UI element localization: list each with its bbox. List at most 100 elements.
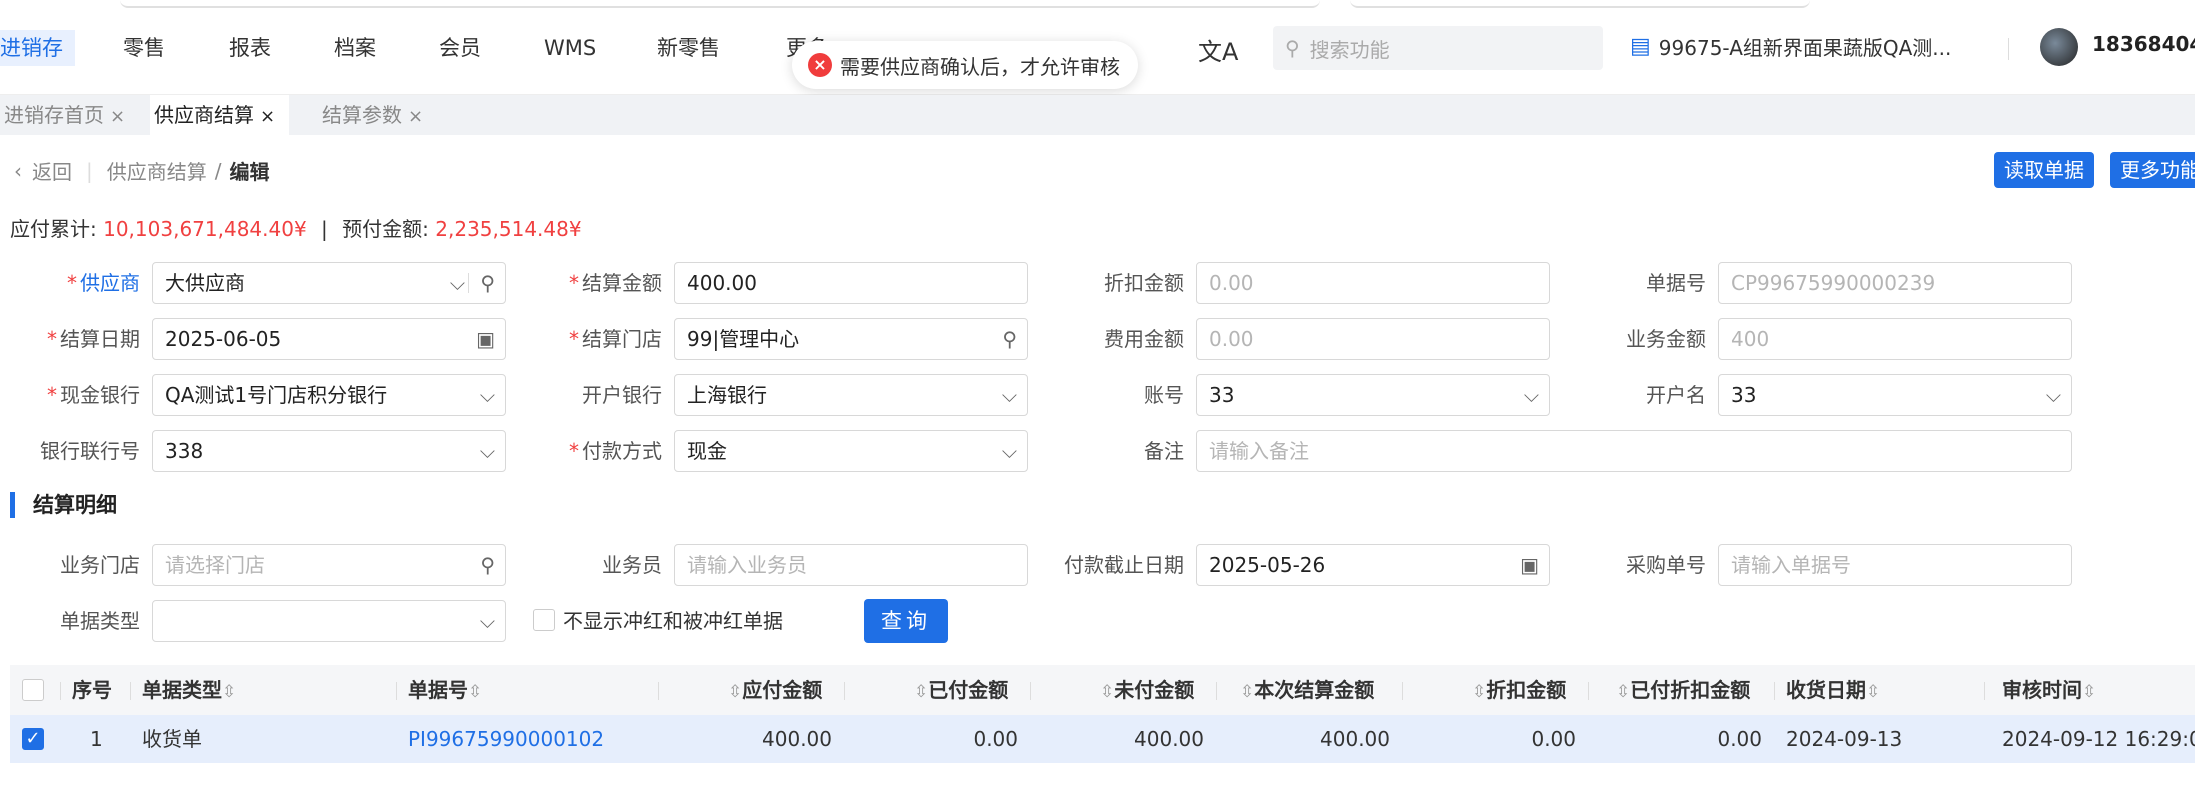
po-input[interactable]: 请输入单据号 bbox=[1718, 544, 2072, 586]
fee-input[interactable]: 0.00 bbox=[1196, 318, 1550, 360]
discount-input[interactable]: 0.00 bbox=[1196, 262, 1550, 304]
col-paid[interactable]: ⇳已付金额 bbox=[914, 665, 1008, 715]
amount-label: * 结算金额 bbox=[569, 271, 662, 295]
discount-label: 折扣金额 bbox=[1104, 271, 1184, 295]
back-link[interactable]: 返回 bbox=[32, 156, 72, 185]
tab-settle-params[interactable]: 结算参数 × bbox=[318, 95, 437, 135]
salesman-label: 业务员 bbox=[602, 553, 662, 577]
divider: | bbox=[86, 158, 93, 183]
deadline-picker[interactable]: 2025-05-26 ▣ bbox=[1196, 544, 1550, 586]
col-audit-time[interactable]: 审核时间⇳ bbox=[2002, 665, 2096, 715]
nav-item-report[interactable]: 报表 bbox=[229, 30, 271, 66]
tab-label: 进销存首页 bbox=[4, 103, 104, 127]
breadcrumb: ‹ 返回 | 供应商结算 / 编辑 bbox=[14, 156, 270, 185]
cell-unpaid: 400.00 bbox=[1134, 727, 1204, 751]
doctype-label: 单据类型 bbox=[60, 609, 140, 633]
query-button[interactable]: 查询 bbox=[864, 599, 948, 643]
biz-store-input[interactable]: 请选择门店 ⚲ bbox=[152, 544, 506, 586]
tab-jxc-home[interactable]: 进销存首页 × bbox=[0, 95, 139, 135]
supplier-label: * 供应商 bbox=[67, 271, 140, 295]
col-paid-discount[interactable]: ⇳已付折扣金额 bbox=[1616, 665, 1750, 715]
calendar-icon: ▣ bbox=[1520, 553, 1539, 577]
col-discount[interactable]: ⇳折扣金额 bbox=[1472, 665, 1566, 715]
col-recv-date[interactable]: 收货日期⇳ bbox=[1786, 665, 1880, 715]
tab-supplier-settle[interactable]: 供应商结算 × bbox=[150, 95, 290, 135]
cell-settle: 400.00 bbox=[1320, 727, 1390, 751]
pay-method-label: * 付款方式 bbox=[569, 439, 662, 463]
bank-no-label: 银行联行号 bbox=[40, 439, 140, 463]
read-doc-button[interactable]: 读取单据 bbox=[1994, 152, 2094, 188]
date-picker[interactable]: 2025-06-05 ▣ bbox=[152, 318, 506, 360]
close-icon[interactable]: × bbox=[260, 106, 275, 127]
table-header: 序号 单据类型⇳ 单据号⇳ ⇳应付金额 ⇳已付金额 ⇳未付金额 ⇳本次结算金额 … bbox=[10, 665, 2195, 715]
account-select[interactable]: 33 ⌵ bbox=[1196, 374, 1550, 416]
col-unpaid[interactable]: ⇳未付金额 bbox=[1100, 665, 1194, 715]
chevron-down-icon: ⌵ bbox=[1523, 383, 1539, 407]
close-icon[interactable]: × bbox=[110, 106, 125, 127]
hide-red-checkbox[interactable] bbox=[533, 609, 555, 631]
chevron-down-icon: ⌵ bbox=[449, 271, 465, 295]
cell-paid-discount: 0.00 bbox=[1717, 727, 1762, 751]
nav-item-new-retail[interactable]: 新零售 bbox=[657, 30, 720, 66]
prepaid-label: 预付金额: bbox=[342, 217, 429, 241]
bank-label: * 现金银行 bbox=[47, 383, 140, 407]
select-all-checkbox[interactable] bbox=[22, 679, 44, 701]
nav-item-retail[interactable]: 零售 bbox=[123, 30, 165, 66]
cell-docno-link[interactable]: PI99675990000102 bbox=[408, 715, 604, 763]
store-name: 99675-A组新界面果蔬版QA测... bbox=[1658, 36, 1952, 60]
date-label: * 结算日期 bbox=[47, 327, 140, 351]
biz-amount-input[interactable]: 400 bbox=[1718, 318, 2072, 360]
pay-method-select[interactable]: 现金 ⌵ bbox=[674, 430, 1028, 472]
decor-line bbox=[120, 0, 1320, 8]
more-functions-button[interactable]: 更多功能 bbox=[2110, 152, 2195, 188]
close-icon[interactable]: × bbox=[408, 106, 423, 127]
search-icon[interactable]: ⚲ bbox=[480, 263, 495, 303]
search-icon: ⚲ bbox=[1285, 36, 1300, 60]
bank-no-select[interactable]: 338 ⌵ bbox=[152, 430, 506, 472]
chevron-down-icon: ⌵ bbox=[1001, 383, 1017, 407]
section-title: 结算明细 bbox=[10, 492, 117, 518]
cell-no: 1 bbox=[90, 727, 103, 751]
breadcrumb-current: 编辑 bbox=[229, 160, 270, 184]
breadcrumb-parent[interactable]: 供应商结算 bbox=[107, 156, 207, 185]
cell-audit-time: 2024-09-12 16:29:07 bbox=[2002, 727, 2195, 751]
col-docno[interactable]: 单据号⇳ bbox=[408, 665, 482, 715]
docno-label: 单据号 bbox=[1646, 271, 1706, 295]
open-bank-label: 开户银行 bbox=[582, 383, 662, 407]
nav-item-member[interactable]: 会员 bbox=[439, 30, 481, 66]
chevron-left-icon[interactable]: ‹ bbox=[14, 159, 22, 183]
hide-red-label: 不显示冲红和被冲红单据 bbox=[563, 609, 783, 633]
toast-message: 需要供应商确认后，才允许审核 bbox=[840, 54, 1120, 79]
open-bank-select[interactable]: 上海银行 ⌵ bbox=[674, 374, 1028, 416]
col-no: 序号 bbox=[72, 678, 112, 702]
col-settle[interactable]: ⇳本次结算金额 bbox=[1240, 665, 1374, 715]
search-placeholder: 搜索功能 bbox=[1309, 37, 1390, 62]
search-icon[interactable]: ⚲ bbox=[1002, 319, 1017, 359]
col-type[interactable]: 单据类型⇳ bbox=[142, 665, 236, 715]
salesman-input[interactable]: 请输入业务员 bbox=[674, 544, 1028, 586]
nav-item-archive[interactable]: 档案 bbox=[334, 30, 376, 66]
store-selector[interactable]: ▤ 99675-A组新界面果蔬版QA测... bbox=[1630, 32, 1951, 61]
payable-label: 应付累计: bbox=[10, 217, 97, 241]
row-checkbox[interactable]: ✓ bbox=[22, 728, 44, 750]
search-icon[interactable]: ⚲ bbox=[480, 545, 495, 585]
col-payable[interactable]: ⇳应付金额 bbox=[728, 665, 822, 715]
deadline-label: 付款截止日期 bbox=[1064, 553, 1184, 577]
user-phone[interactable]: 183684046 bbox=[2092, 32, 2195, 56]
supplier-select[interactable]: 大供应商 ⌵ ⚲ bbox=[152, 262, 506, 304]
account-name-select[interactable]: 33 ⌵ bbox=[1718, 374, 2072, 416]
store-input[interactable]: 99|管理中心 ⚲ bbox=[674, 318, 1028, 360]
docno-input[interactable]: CP99675990000239 bbox=[1718, 262, 2072, 304]
calendar-icon: ▣ bbox=[476, 327, 495, 351]
bank-select[interactable]: QA测试1号门店积分银行 ⌵ bbox=[152, 374, 506, 416]
amount-input[interactable]: 400.00 bbox=[674, 262, 1028, 304]
nav-item-wms[interactable]: WMS bbox=[544, 30, 596, 66]
remark-input[interactable]: 请输入备注 bbox=[1196, 430, 2072, 472]
doctype-select[interactable]: ⌵ bbox=[152, 600, 506, 642]
search-box[interactable]: ⚲ 搜索功能 bbox=[1273, 26, 1603, 70]
avatar[interactable] bbox=[2040, 28, 2078, 66]
tab-label: 结算参数 bbox=[322, 103, 402, 127]
table-row[interactable]: ✓ 1 收货单 PI99675990000102 400.00 0.00 400… bbox=[10, 715, 2195, 763]
translate-icon[interactable]: 文A bbox=[1198, 32, 1238, 67]
nav-item-jxc[interactable]: 进销存 bbox=[0, 30, 75, 66]
